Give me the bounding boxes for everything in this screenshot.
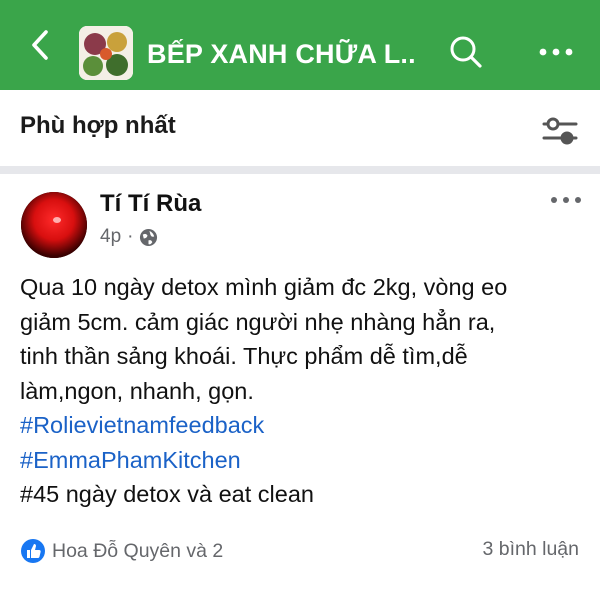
post-text-line: giảm 5cm. cảm giác người nhẹ nhàng hẳn r… [20, 308, 496, 335]
post-time[interactable]: 4p [100, 226, 121, 248]
sort-label[interactable]: Phù hợp nhất [20, 112, 176, 140]
post-text-line: tinh thần sảng khoái. Thực phẩm dễ tìm,d… [20, 343, 468, 369]
separator-dot: · [127, 226, 134, 247]
post-meta: 4p · [100, 226, 158, 248]
hashtag-link[interactable]: #EmmaPhamKitchen [20, 443, 590, 478]
reactions-text: Hoa Đỗ Quyên và 2 [52, 539, 224, 562]
comments-count[interactable]: 3 bình luận [482, 538, 579, 561]
hashtag-link[interactable]: #Rolievietnamfeedback [20, 408, 590, 443]
post-options-icon[interactable] [548, 192, 584, 208]
group-cover-thumbnail[interactable] [79, 26, 133, 80]
sort-bar: Phù hợp nhất [0, 90, 600, 174]
top-app-bar: BẾP XANH CHỮA L... [0, 0, 600, 90]
filter-sliders-icon[interactable] [540, 114, 580, 148]
globe-icon [140, 228, 158, 246]
post-card: Tí Tí Rùa 4p · Qua 10 ngày detox mình gi… [0, 174, 600, 600]
back-arrow-icon[interactable] [22, 26, 60, 64]
search-icon[interactable] [446, 32, 486, 72]
reactions-summary[interactable]: Hoa Đỗ Quyên và 2 [20, 538, 223, 564]
avatar[interactable] [21, 192, 87, 258]
post-text-line: Qua 10 ngày detox mình giảm đc 2kg, vòng… [20, 274, 508, 300]
like-reaction-icon [21, 539, 45, 563]
more-horizontal-icon[interactable] [536, 40, 576, 64]
post-text-line: #45 ngày detox và eat clean [20, 481, 314, 507]
author-name[interactable]: Tí Tí Rùa [100, 190, 201, 218]
post-body: Qua 10 ngày detox mình giảm đc 2kg, vòng… [20, 270, 590, 512]
group-title[interactable]: BẾP XANH CHỮA L... [147, 34, 417, 74]
post-text-line: làm,ngon, nhanh, gọn. [20, 377, 254, 404]
